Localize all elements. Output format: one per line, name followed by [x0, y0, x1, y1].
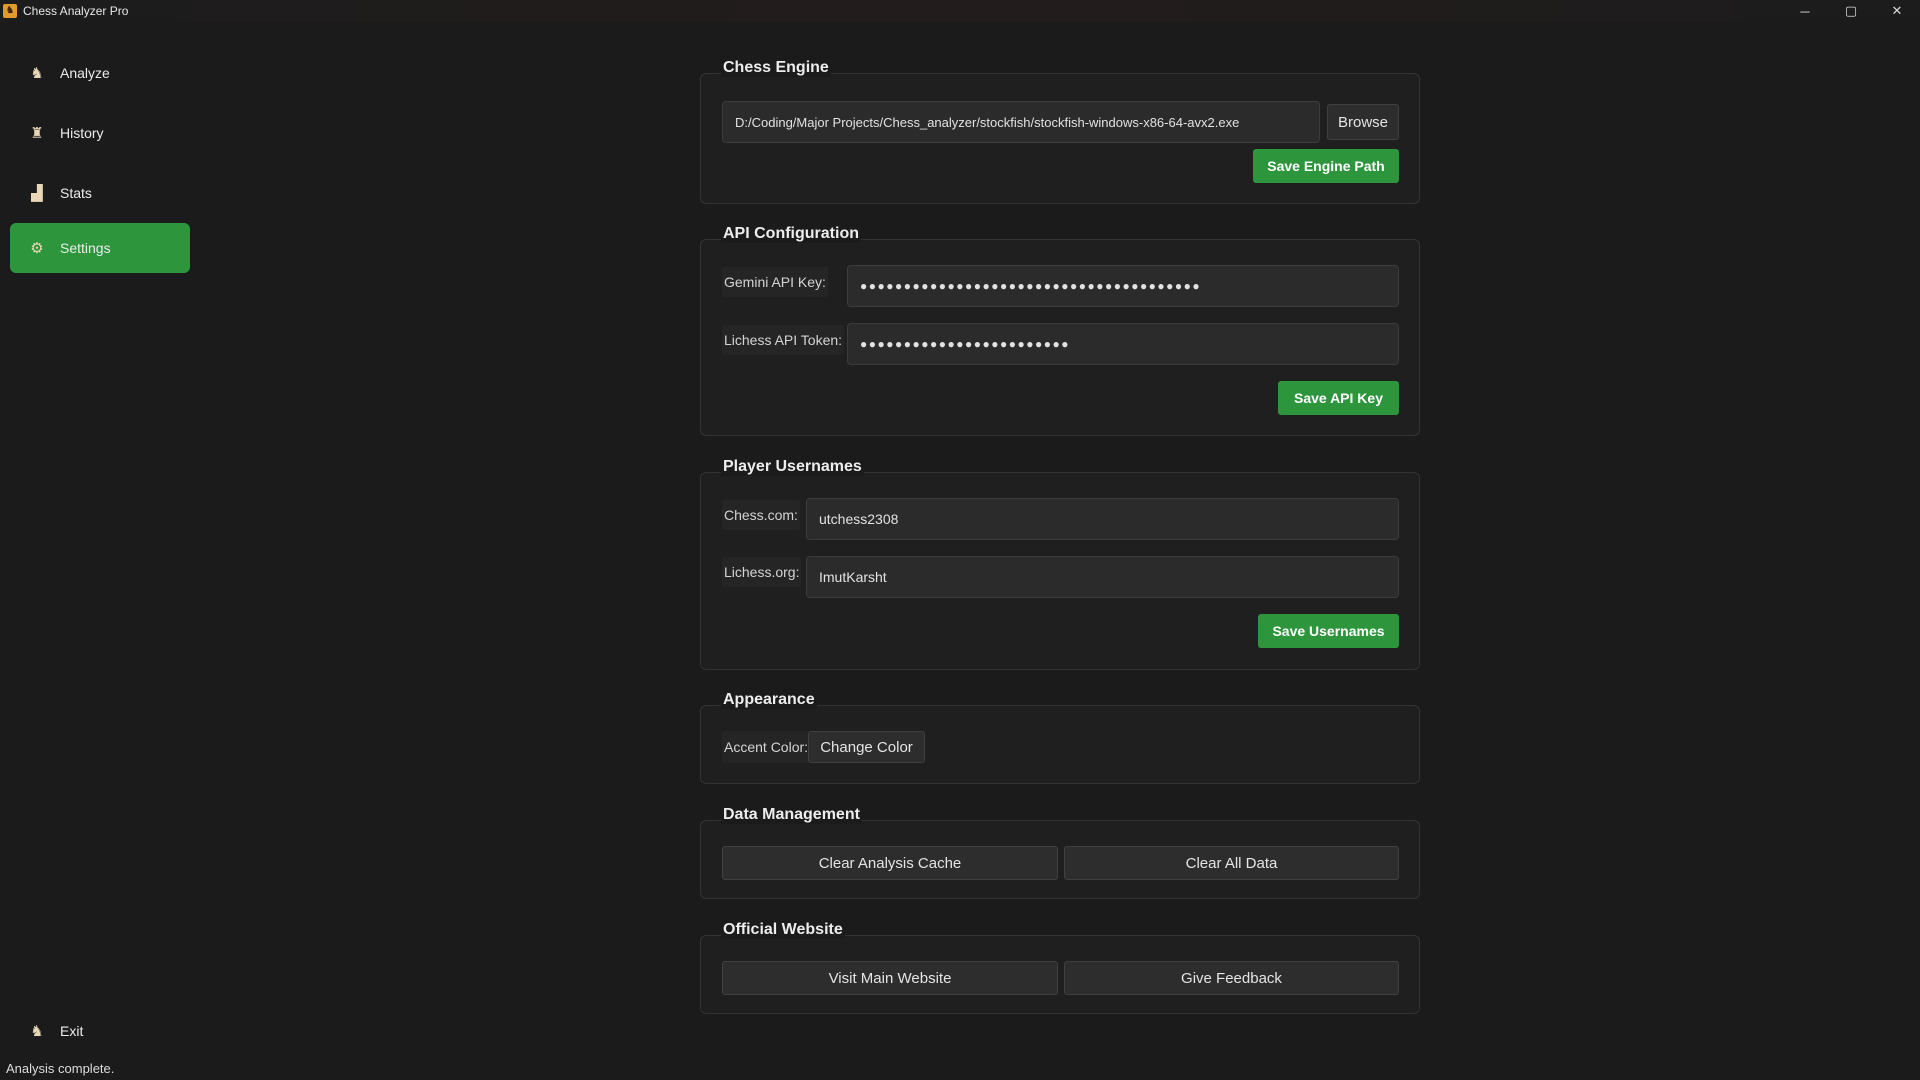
maximize-button[interactable]: ▢: [1828, 0, 1874, 22]
window-controls: ─ ▢ ✕: [1782, 0, 1920, 22]
official-website-group: Official Website Visit Main Website Give…: [700, 921, 1420, 1014]
lichess-username-field[interactable]: ImutKarsht: [806, 556, 1399, 598]
save-usernames-button[interactable]: Save Usernames: [1258, 614, 1399, 648]
sidebar-item-history[interactable]: ♜ History: [10, 108, 190, 158]
group-title: Chess Engine: [721, 59, 831, 77]
status-bar: Analysis complete.: [6, 1061, 115, 1076]
window-title: Chess Analyzer Pro: [23, 4, 129, 18]
chesscom-label: Chess.com:: [722, 500, 800, 530]
gemini-api-key-field[interactable]: ●●●●●●●●●●●●●●●●●●●●●●●●●●●●●●●●●●●●●●●: [847, 265, 1399, 307]
sidebar-item-exit[interactable]: ♞ Exit: [10, 1006, 190, 1056]
change-color-button[interactable]: Change Color: [808, 731, 925, 763]
save-api-key-button[interactable]: Save API Key: [1278, 381, 1399, 415]
chess-engine-group: Chess Engine D:/Coding/Major Projects/Ch…: [700, 59, 1420, 204]
clear-all-data-button[interactable]: Clear All Data: [1064, 846, 1399, 880]
sidebar-item-label: Settings: [60, 240, 111, 256]
give-feedback-button[interactable]: Give Feedback: [1064, 961, 1399, 995]
group-title: Appearance: [721, 691, 817, 709]
group-title: Official Website: [721, 921, 845, 939]
group-title: Data Management: [721, 806, 862, 824]
data-management-group: Data Management Clear Analysis Cache Cle…: [700, 806, 1420, 899]
sidebar-item-label: History: [60, 125, 104, 141]
visit-main-website-button[interactable]: Visit Main Website: [722, 961, 1058, 995]
api-configuration-group: API Configuration Gemini API Key: ●●●●●●…: [700, 225, 1420, 436]
group-title: Player Usernames: [721, 458, 864, 476]
close-button[interactable]: ✕: [1874, 0, 1920, 22]
title-bar: ♞ Chess Analyzer Pro ─ ▢ ✕: [0, 0, 1920, 22]
sidebar-item-label: Exit: [60, 1023, 84, 1039]
player-usernames-group: Player Usernames Chess.com: utchess2308 …: [700, 458, 1420, 670]
sidebar-item-analyze[interactable]: ♞ Analyze: [10, 48, 190, 98]
analyze-icon: ♞: [30, 65, 44, 82]
sidebar-item-label: Stats: [60, 185, 92, 201]
lichess-label: Lichess.org:: [722, 557, 802, 587]
sidebar-item-stats[interactable]: ▟ Stats: [10, 168, 190, 218]
chess-app-icon: ♞: [3, 4, 17, 18]
sidebar-item-label: Analyze: [60, 65, 110, 81]
history-icon: ♜: [30, 125, 44, 142]
engine-path-input[interactable]: D:/Coding/Major Projects/Chess_analyzer/…: [722, 101, 1320, 143]
sidebar-item-settings[interactable]: ⚙ Settings: [10, 223, 190, 273]
chesscom-username-field[interactable]: utchess2308: [806, 498, 1399, 540]
clear-analysis-cache-button[interactable]: Clear Analysis Cache: [722, 846, 1058, 880]
lichess-api-token-field[interactable]: ●●●●●●●●●●●●●●●●●●●●●●●●: [847, 323, 1399, 365]
browse-button[interactable]: Browse: [1327, 104, 1399, 140]
settings-icon: ⚙: [30, 240, 44, 257]
sidebar: ♞ Analyze ♜ History ▟ Stats ⚙ Settings ♞…: [0, 22, 200, 1052]
stats-icon: ▟: [31, 185, 43, 202]
minimize-button[interactable]: ─: [1782, 0, 1828, 22]
group-title: API Configuration: [721, 225, 861, 243]
lichess-api-token-label: Lichess API Token:: [722, 325, 845, 355]
appearance-group: Appearance Accent Color: Change Color: [700, 691, 1420, 784]
gemini-api-key-label: Gemini API Key:: [722, 267, 828, 297]
save-engine-path-button[interactable]: Save Engine Path: [1253, 149, 1399, 183]
accent-color-label: Accent Color:: [722, 731, 811, 763]
exit-icon: ♞: [30, 1023, 44, 1040]
